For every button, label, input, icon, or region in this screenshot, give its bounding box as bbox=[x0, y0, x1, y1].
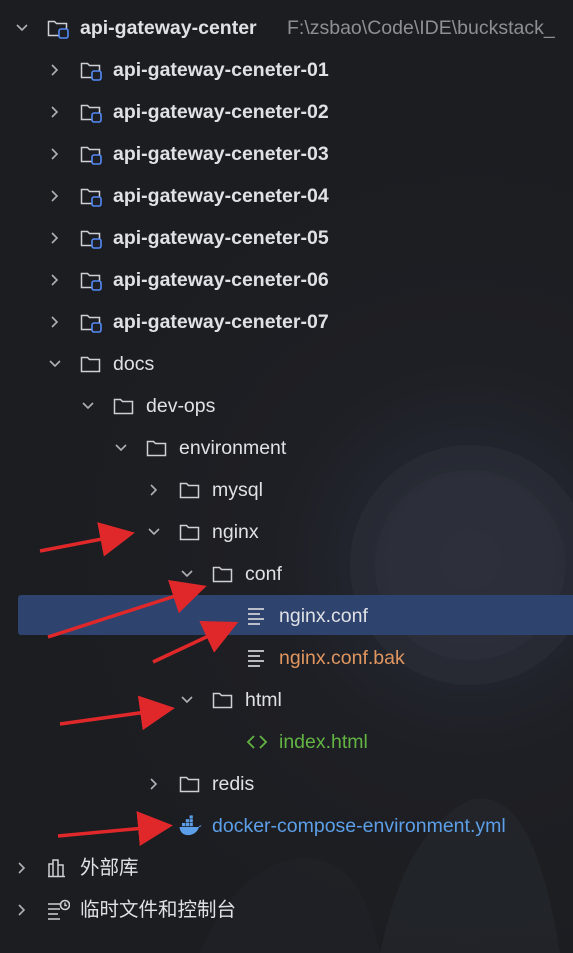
folder-icon bbox=[212, 566, 233, 583]
tree-row-dev-ops[interactable]: dev-ops bbox=[0, 385, 573, 427]
chevron-right-icon[interactable] bbox=[47, 314, 63, 330]
tree-row-module[interactable]: api-gateway-ceneter-01 bbox=[0, 49, 573, 91]
chevron-right-icon[interactable] bbox=[146, 482, 162, 498]
tree-row-external-libraries[interactable]: 外部库 bbox=[0, 847, 573, 889]
module-folder-icon bbox=[80, 230, 102, 249]
tree-row-module[interactable]: api-gateway-ceneter-03 bbox=[0, 133, 573, 175]
folder-icon bbox=[212, 692, 233, 709]
module-label: api-gateway-ceneter-02 bbox=[113, 101, 329, 123]
chevron-down-icon[interactable] bbox=[80, 398, 96, 414]
tree-row-conf[interactable]: conf bbox=[0, 553, 573, 595]
module-folder-icon bbox=[47, 20, 69, 39]
file-label: docker-compose-environment.yml bbox=[212, 815, 506, 837]
tree-row-module[interactable]: api-gateway-ceneter-06 bbox=[0, 259, 573, 301]
text-file-icon bbox=[248, 650, 264, 667]
tree-row-root[interactable]: api-gateway-center F:\zsbao\Code\IDE\buc… bbox=[0, 7, 573, 49]
root-project-name: api-gateway-center bbox=[80, 17, 257, 39]
folder-label: redis bbox=[212, 773, 255, 795]
tree-row-index-html[interactable]: index.html bbox=[0, 721, 573, 763]
tree-row-nginx-conf-bak[interactable]: nginx.conf.bak bbox=[0, 637, 573, 679]
external-libraries-label: 外部库 bbox=[80, 857, 139, 879]
file-label: nginx.conf bbox=[279, 605, 368, 627]
folder-label: nginx bbox=[212, 521, 259, 543]
module-label: api-gateway-ceneter-06 bbox=[113, 269, 329, 291]
tree-row-module[interactable]: api-gateway-ceneter-05 bbox=[0, 217, 573, 259]
module-label: api-gateway-ceneter-04 bbox=[113, 185, 329, 207]
project-tree: api-gateway-center F:\zsbao\Code\IDE\buc… bbox=[0, 0, 573, 953]
root-project-path: F:\zsbao\Code\IDE\buckstack_ bbox=[287, 17, 555, 39]
tree-row-module[interactable]: api-gateway-ceneter-07 bbox=[0, 301, 573, 343]
module-folder-icon bbox=[80, 188, 102, 207]
module-folder-icon bbox=[80, 62, 102, 81]
module-folder-icon bbox=[80, 272, 102, 291]
chevron-right-icon[interactable] bbox=[47, 146, 63, 162]
chevron-right-icon[interactable] bbox=[47, 62, 63, 78]
chevron-down-icon[interactable] bbox=[179, 692, 195, 708]
folder-label: html bbox=[245, 689, 282, 711]
module-folder-icon bbox=[80, 314, 102, 333]
chevron-right-icon[interactable] bbox=[146, 776, 162, 792]
tree-row-redis[interactable]: redis bbox=[0, 763, 573, 805]
chevron-right-icon[interactable] bbox=[47, 188, 63, 204]
scratches-label: 临时文件和控制台 bbox=[80, 899, 237, 921]
tree-row-docs[interactable]: docs bbox=[0, 343, 573, 385]
module-folder-icon bbox=[80, 146, 102, 165]
chevron-right-icon[interactable] bbox=[47, 230, 63, 246]
folder-icon bbox=[146, 440, 167, 457]
module-label: api-gateway-ceneter-03 bbox=[113, 143, 329, 165]
tree-row-html[interactable]: html bbox=[0, 679, 573, 721]
folder-icon bbox=[179, 524, 200, 541]
chevron-down-icon[interactable] bbox=[179, 566, 195, 582]
file-label: nginx.conf.bak bbox=[279, 647, 405, 669]
folder-icon bbox=[179, 482, 200, 499]
folder-label: conf bbox=[245, 563, 282, 585]
chevron-right-icon[interactable] bbox=[47, 104, 63, 120]
docker-icon bbox=[179, 815, 202, 836]
module-label: api-gateway-ceneter-05 bbox=[113, 227, 329, 249]
tree-row-nginx-conf[interactable]: nginx.conf bbox=[0, 595, 573, 637]
tree-row-docker-compose[interactable]: docker-compose-environment.yml bbox=[0, 805, 573, 847]
libraries-icon bbox=[48, 859, 65, 878]
folder-icon bbox=[80, 356, 101, 373]
folder-label: mysql bbox=[212, 479, 263, 501]
module-folder-icon bbox=[80, 104, 102, 123]
tree-row-scratches[interactable]: 临时文件和控制台 bbox=[0, 889, 573, 931]
chevron-down-icon[interactable] bbox=[146, 524, 162, 540]
file-label: index.html bbox=[279, 731, 368, 753]
chevron-right-icon[interactable] bbox=[14, 902, 30, 918]
tree-row-module[interactable]: api-gateway-ceneter-02 bbox=[0, 91, 573, 133]
chevron-right-icon[interactable] bbox=[47, 272, 63, 288]
text-file-icon bbox=[248, 608, 264, 625]
folder-label: docs bbox=[113, 353, 155, 375]
module-label: api-gateway-ceneter-01 bbox=[113, 59, 329, 81]
folder-label: dev-ops bbox=[146, 395, 216, 417]
chevron-down-icon[interactable] bbox=[47, 356, 63, 372]
folder-icon bbox=[113, 398, 134, 415]
tree-row-nginx[interactable]: nginx bbox=[0, 511, 573, 553]
chevron-down-icon[interactable] bbox=[14, 20, 30, 36]
scratches-icon bbox=[48, 899, 70, 920]
chevron-down-icon[interactable] bbox=[113, 440, 129, 456]
tree-row-environment[interactable]: environment bbox=[0, 427, 573, 469]
html-file-icon bbox=[246, 735, 268, 749]
folder-icon bbox=[179, 776, 200, 793]
tree-row-mysql[interactable]: mysql bbox=[0, 469, 573, 511]
module-label: api-gateway-ceneter-07 bbox=[113, 311, 329, 333]
chevron-right-icon[interactable] bbox=[14, 860, 30, 876]
tree-row-module[interactable]: api-gateway-ceneter-04 bbox=[0, 175, 573, 217]
folder-label: environment bbox=[179, 437, 287, 459]
